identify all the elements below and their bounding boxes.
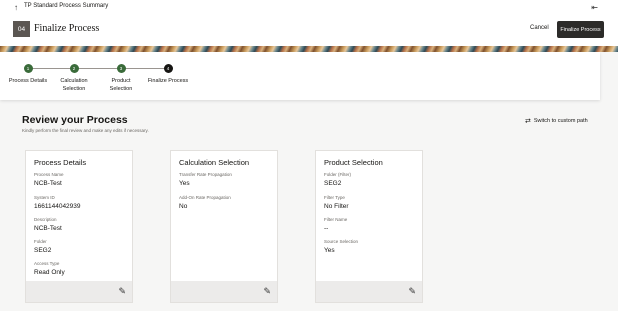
system-id-field: System ID 1661144042939 (34, 195, 81, 210)
product-selection-card: Product Selection Folder (Filter) SEG2 F… (315, 150, 423, 303)
step-done-icon: 2 (69, 64, 79, 73)
page-header: 04 Finalize Process Cancel Finalize Proc… (0, 16, 618, 46)
edit-pencil-icon[interactable]: ✎ (408, 286, 416, 297)
switch-to-custom-path-link[interactable]: ⇄ Switch to custom path (525, 117, 588, 125)
process-details-card: Process Details Process Name NCB-Test Sy… (25, 150, 133, 303)
review-subtitle: Kindly perform the final review and make… (22, 128, 149, 133)
step-number-badge: 04 (13, 21, 30, 37)
calculation-selection-card: Calculation Selection Transfer Rate Prop… (170, 150, 278, 303)
edit-pencil-icon[interactable]: ✎ (263, 286, 271, 297)
source-selection-field: Source Selection Yes (324, 239, 359, 254)
cancel-button[interactable]: Cancel (530, 25, 549, 31)
filter-type-field: Filter Type No Filter (324, 195, 349, 210)
access-type-field: Access Type Read Only (34, 261, 65, 276)
card-footer: ✎ (26, 281, 132, 302)
step-done-icon: 3 (116, 64, 126, 73)
card-title: Product Selection (324, 158, 383, 167)
edit-pencil-icon[interactable]: ✎ (118, 286, 126, 297)
progress-stepper: 1 Process Details 2 Calculation Selection… (0, 52, 600, 100)
step-finalize-process[interactable]: 4 Finalize Process (138, 64, 198, 85)
add-on-rate-propagation-field: Add-On Rate Propagation No (179, 195, 231, 210)
step-label: Finalize Process (147, 78, 189, 84)
app-title: TP Standard Process Summary (24, 3, 109, 9)
process-name-field: Process Name NCB-Test (34, 172, 64, 187)
card-title: Process Details (34, 158, 87, 167)
folder-filter-field: Folder (Filter) SEG2 (324, 172, 352, 187)
switch-icon: ⇄ (525, 118, 531, 125)
transfer-rate-propagation-field: Transfer Rate Propagation Yes (179, 172, 232, 187)
page-title: Finalize Process (34, 23, 100, 34)
description-field: Description NCB-Test (34, 217, 62, 232)
collapse-icon[interactable]: ⇤ (591, 3, 598, 12)
card-footer: ✎ (171, 281, 277, 302)
card-title: Calculation Selection (179, 158, 250, 167)
folder-field: Folder SEG2 (34, 239, 52, 254)
step-current-icon: 4 (163, 64, 173, 73)
step-done-icon: 1 (23, 64, 33, 73)
top-bar: ↑ TP Standard Process Summary ⇤ (0, 0, 618, 16)
finalize-process-button[interactable]: Finalize Process (557, 21, 604, 38)
review-heading: Review your Process (22, 114, 128, 126)
card-footer: ✎ (316, 281, 422, 302)
filter-name-field: Filter Name -- (324, 217, 348, 232)
switch-label: Switch to custom path (533, 118, 588, 124)
back-arrow-icon[interactable]: ↑ (14, 3, 18, 12)
